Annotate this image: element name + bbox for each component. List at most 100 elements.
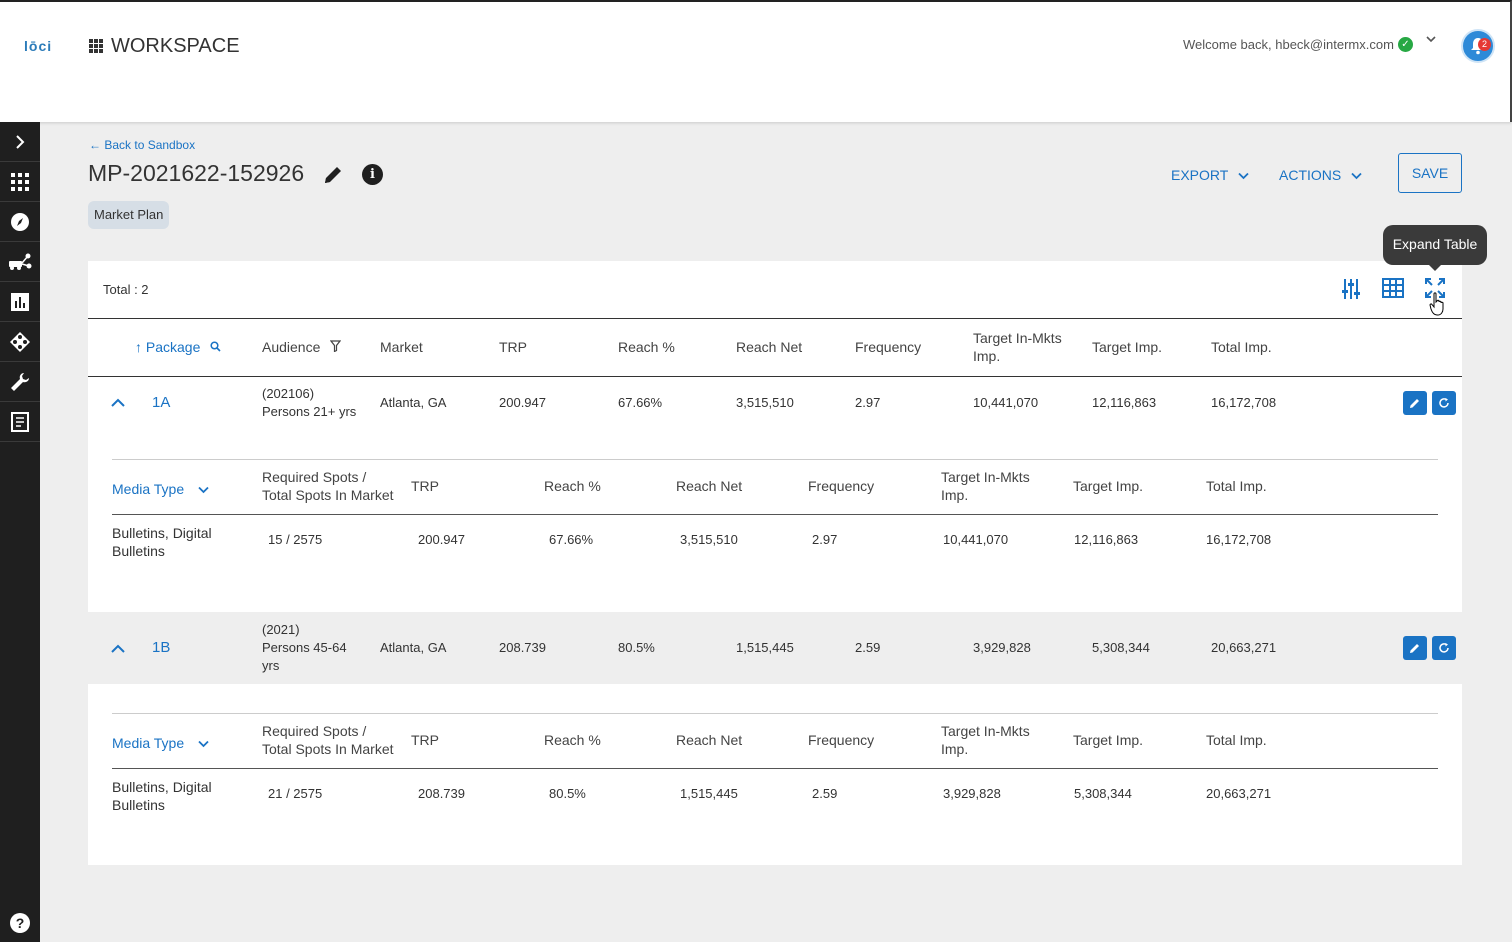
target-in-mkts-cell: 10,441,070 xyxy=(973,395,1039,410)
packages-table-panel: Total : 2 ↑ Package Audience Market TRP … xyxy=(88,261,1462,865)
sub-target-in-mkts-cell: 10,441,070 xyxy=(943,532,1009,547)
sort-package-header[interactable]: ↑ Package xyxy=(135,338,221,358)
reach-net-header[interactable]: Reach Net xyxy=(736,338,802,356)
expand-table-tooltip: Expand Table xyxy=(1383,225,1487,271)
media-type-header[interactable]: Media Type xyxy=(112,481,209,497)
edit-package-button[interactable] xyxy=(1403,391,1427,415)
compass-icon xyxy=(11,212,29,231)
chevron-down-icon xyxy=(1351,167,1362,183)
header-bottom-divider xyxy=(88,376,1462,377)
subtable-header-divider xyxy=(112,514,1438,515)
refresh-package-button[interactable] xyxy=(1432,636,1456,660)
help-icon[interactable]: ? xyxy=(10,913,30,933)
pencil-icon xyxy=(1410,644,1419,653)
sub-total-imp-header[interactable]: Total Imp. xyxy=(1206,477,1267,495)
media-type-header[interactable]: Media Type xyxy=(112,735,209,751)
chevron-down-icon[interactable] xyxy=(198,735,209,751)
sidebar-item-routes[interactable] xyxy=(0,242,40,282)
total-imp-header[interactable]: Total Imp. xyxy=(1211,338,1272,356)
trp-header[interactable]: TRP xyxy=(499,338,527,356)
apps-grid-icon[interactable] xyxy=(89,39,103,53)
back-to-sandbox-link[interactable]: ← Back to Sandbox xyxy=(89,138,195,152)
subtable-header-divider xyxy=(112,768,1438,769)
filter-settings-button[interactable] xyxy=(1341,278,1361,305)
required-spots-header[interactable]: Required Spots / Total Spots In Market xyxy=(262,468,394,504)
reach-pct-cell: 80.5% xyxy=(618,640,655,655)
sub-frequency-header[interactable]: Frequency xyxy=(808,477,874,495)
market-cell: Atlanta, GA xyxy=(380,640,447,655)
actions-menu-button[interactable]: ACTIONS xyxy=(1279,167,1362,183)
target-in-mkts-header[interactable]: Target In-Mkts Imp. xyxy=(973,329,1062,365)
trp-cell: 208.739 xyxy=(499,640,546,655)
table-top-divider xyxy=(88,318,1462,319)
filter-icon[interactable] xyxy=(330,339,342,355)
audience-cell: (2021) Persons 45-64 yrs xyxy=(262,622,347,673)
sidebar-expand-button[interactable] xyxy=(0,122,40,162)
edit-package-button[interactable] xyxy=(1403,636,1427,660)
sub-reach-pct-header[interactable]: Reach % xyxy=(544,477,601,495)
save-button[interactable]: SAVE xyxy=(1398,153,1462,193)
user-menu-chevron-icon[interactable] xyxy=(1425,33,1437,48)
package-link-1a[interactable]: 1A xyxy=(152,394,170,411)
audience-header[interactable]: Audience xyxy=(262,338,342,356)
columns-button[interactable] xyxy=(1382,278,1404,303)
sidebar-item-network[interactable] xyxy=(0,322,40,362)
sub-reach-net-header[interactable]: Reach Net xyxy=(676,477,742,495)
sub-target-imp-cell: 5,308,344 xyxy=(1074,786,1132,801)
export-menu-button[interactable]: EXPORT xyxy=(1171,167,1249,183)
subtable-top-divider xyxy=(112,713,1438,714)
search-icon[interactable] xyxy=(210,341,221,355)
target-imp-cell: 5,308,344 xyxy=(1092,640,1150,655)
bar-chart-icon xyxy=(11,292,29,311)
target-in-mkts-cell: 3,929,828 xyxy=(973,640,1031,655)
chevron-down-icon[interactable] xyxy=(198,481,209,497)
table-icon xyxy=(1382,278,1404,298)
arrow-up-icon: ↑ xyxy=(135,339,142,355)
workspace-title: WORKSPACE xyxy=(111,35,240,57)
edit-title-button[interactable] xyxy=(322,164,344,191)
sub-trp-header[interactable]: TRP xyxy=(411,477,439,495)
sub-trp-cell: 200.947 xyxy=(418,532,465,547)
collapse-row-1b-chevron-icon[interactable] xyxy=(111,641,125,659)
sidebar-item-tools[interactable] xyxy=(0,362,40,402)
sub-frequency-header[interactable]: Frequency xyxy=(808,731,874,749)
collapse-row-1a-chevron-icon[interactable] xyxy=(111,395,125,413)
sub-trp-header[interactable]: TRP xyxy=(411,731,439,749)
sub-target-imp-header[interactable]: Target Imp. xyxy=(1073,731,1143,749)
package-link-1b[interactable]: 1B xyxy=(152,639,170,656)
mouse-cursor-icon xyxy=(1429,292,1445,321)
refresh-package-button[interactable] xyxy=(1432,391,1456,415)
reach-pct-cell: 67.66% xyxy=(618,395,663,410)
sliders-icon xyxy=(1342,279,1360,299)
sidebar-item-analytics[interactable] xyxy=(0,282,40,322)
sidebar-item-workspace[interactable] xyxy=(0,162,40,202)
network-icon xyxy=(10,331,30,352)
spots-cell: 15 / 2575 xyxy=(268,532,323,547)
info-icon[interactable]: i xyxy=(362,164,383,185)
sub-target-in-mkts-cell: 3,929,828 xyxy=(943,786,1001,801)
required-spots-header[interactable]: Required Spots / Total Spots In Market xyxy=(262,722,394,758)
market-header[interactable]: Market xyxy=(380,338,423,356)
sub-total-imp-header[interactable]: Total Imp. xyxy=(1206,731,1267,749)
sub-target-in-mkts-header[interactable]: Target In-Mkts Imp. xyxy=(941,722,1030,758)
welcome-text: Welcome back, hbeck@intermx.com xyxy=(1183,37,1394,52)
target-imp-header[interactable]: Target Imp. xyxy=(1092,338,1162,356)
sidebar-item-explore[interactable] xyxy=(0,202,40,242)
sub-target-imp-header[interactable]: Target Imp. xyxy=(1073,477,1143,495)
pencil-icon xyxy=(325,167,341,183)
sidebar-item-reports[interactable] xyxy=(0,402,40,442)
sub-target-imp-cell: 12,116,863 xyxy=(1074,532,1139,547)
chevron-down-icon xyxy=(1238,167,1249,183)
reach-pct-header[interactable]: Reach % xyxy=(618,338,675,356)
sub-reach-net-header[interactable]: Reach Net xyxy=(676,731,742,749)
top-bar: lōci WORKSPACE Welcome back, hbeck@inter… xyxy=(0,0,1512,122)
sub-frequency-cell: 2.59 xyxy=(812,786,838,801)
refresh-icon xyxy=(1439,398,1449,408)
frequency-header[interactable]: Frequency xyxy=(855,338,921,356)
sidebar: ? xyxy=(0,122,40,942)
sub-target-in-mkts-header[interactable]: Target In-Mkts Imp. xyxy=(941,468,1030,504)
sub-reach-pct-header[interactable]: Reach % xyxy=(544,731,601,749)
app-logo[interactable]: lōci xyxy=(24,38,52,54)
sub-total-imp-cell: 20,663,271 xyxy=(1206,786,1272,801)
pencil-icon xyxy=(1410,399,1419,408)
